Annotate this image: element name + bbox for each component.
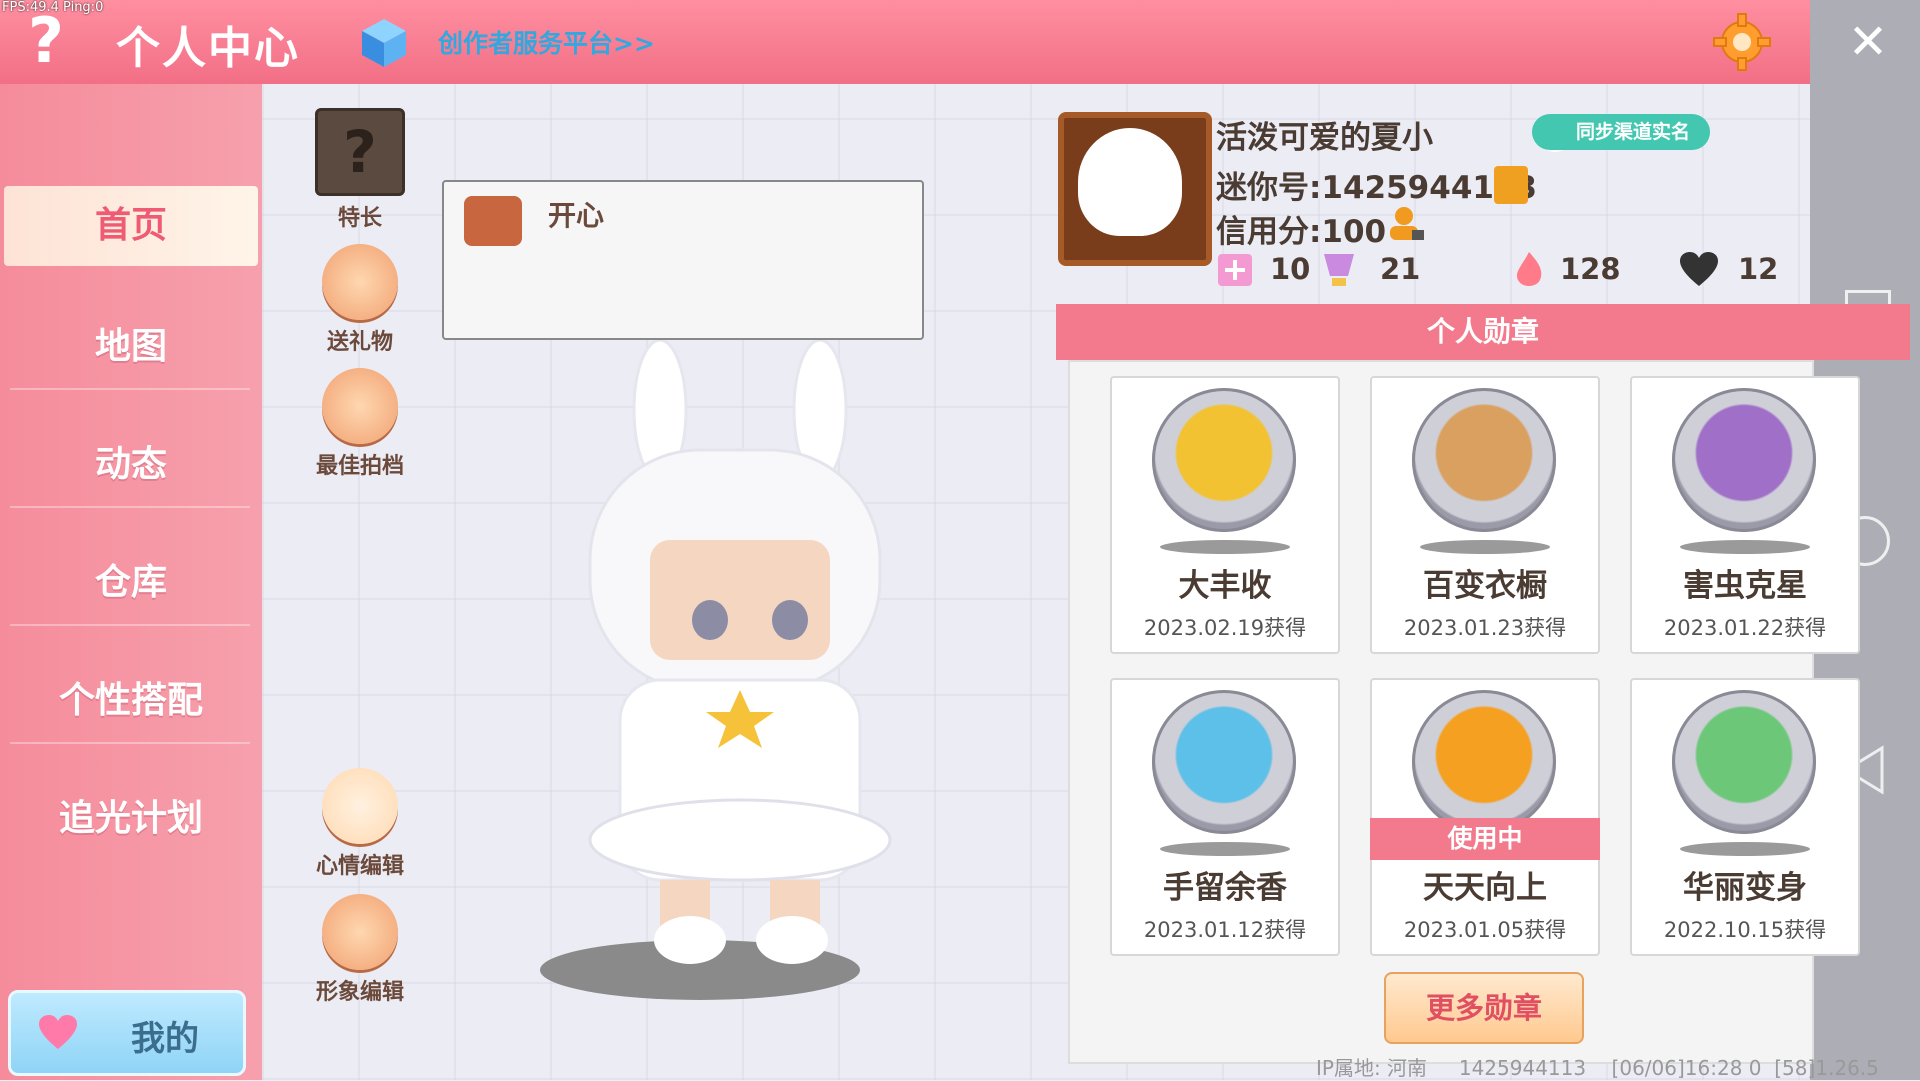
more-medals-button[interactable]: 更多勋章 <box>1384 972 1584 1044</box>
medal-fragrance-icon <box>1152 690 1296 834</box>
avatar <box>1078 128 1182 236</box>
medal-shadow <box>1680 842 1810 856</box>
medal-shadow <box>1160 842 1290 856</box>
creator-platform-link[interactable]: 创作者服务平台>> <box>438 24 655 60</box>
divider <box>10 624 250 626</box>
credit-user-icon[interactable] <box>1386 204 1426 244</box>
version: [58]1.26.5 <box>1774 1056 1879 1080</box>
player-avatar[interactable] <box>530 340 950 1010</box>
stat-flag-count: 10 <box>1270 252 1311 286</box>
heart-broken-icon <box>1680 252 1718 286</box>
footer-info: IP属地: 河南 1425944113 [06/06]16:28 0 [58]1… <box>1316 1052 1879 1081</box>
happy-face-icon <box>464 196 522 246</box>
stat-fire-count: 128 <box>1560 252 1621 286</box>
stat-heart-count: 12 <box>1738 252 1779 286</box>
medal-card[interactable]: 手留余香 2023.01.12获得 <box>1110 678 1340 956</box>
gift-label: 送礼物 <box>326 330 393 355</box>
medal-date: 2023.01.22获得 <box>1663 616 1827 640</box>
medal-card[interactable]: 使用中 天天向上 2023.01.05获得 <box>1370 678 1600 956</box>
medal-pest-buster-icon <box>1672 388 1816 532</box>
stat-trophy-count: 21 <box>1380 252 1421 286</box>
mine-button[interactable]: 我的 <box>8 990 246 1076</box>
gift-button[interactable]: 送礼物 <box>305 244 415 356</box>
mood-bubble[interactable]: 开心 <box>442 180 924 340</box>
credit-score: 信用分:100 <box>1216 214 1387 250</box>
medal-name: 天天向上 <box>1423 870 1547 906</box>
skill-label: 特长 <box>337 206 382 231</box>
medal-daily-progress-icon <box>1412 690 1556 834</box>
medal-date: 2023.01.12获得 <box>1143 918 1307 942</box>
question-icon: ? <box>315 108 405 196</box>
sidebar-item-outfit[interactable]: 个性搭配 <box>0 646 262 756</box>
medal-date: 2023.01.23获得 <box>1403 616 1567 640</box>
medal-name: 害虫克星 <box>1683 568 1807 604</box>
medal-transform-icon <box>1672 690 1816 834</box>
medal-shadow <box>1420 540 1550 554</box>
mood-edit-label: 心情编辑 <box>315 854 404 879</box>
trophy-icon <box>1324 254 1354 286</box>
best-partner-label: 最佳拍档 <box>315 454 404 479</box>
medal-card[interactable]: 华丽变身 2022.10.15获得 <box>1630 678 1860 956</box>
edit-icon <box>322 768 398 844</box>
in-use-badge: 使用中 <box>1370 818 1600 860</box>
skill-button[interactable]: ? 特长 <box>305 108 415 232</box>
mood-text: 开心 <box>548 199 605 232</box>
medal-card[interactable]: 大丰收 2023.02.19获得 <box>1110 376 1340 654</box>
medal-name: 大丰收 <box>1178 568 1272 604</box>
cube-icon[interactable] <box>360 17 408 69</box>
copy-icon[interactable] <box>1494 166 1528 204</box>
medal-name: 华丽变身 <box>1683 870 1807 906</box>
sidebar-item-home[interactable]: 首页 <box>4 186 258 266</box>
nickname: 活泼可爱的夏小 <box>1216 120 1433 156</box>
medal-date: 2023.01.05获得 <box>1403 918 1567 942</box>
sidebar-item-storage[interactable]: 仓库 <box>0 528 262 638</box>
help-icon[interactable]: ? <box>18 8 74 74</box>
divider <box>10 506 250 508</box>
close-icon[interactable]: ✕ <box>1844 18 1892 66</box>
best-partner-button[interactable]: 最佳拍档 <box>305 368 415 480</box>
ip-location: IP属地: 河南 <box>1316 1056 1428 1080</box>
medal-card[interactable]: 害虫克星 2023.01.22获得 <box>1630 376 1860 654</box>
mini-id: 迷你号:1425944113 <box>1216 170 1538 206</box>
mine-label: 我的 <box>131 1019 199 1059</box>
medal-harvest-icon <box>1152 388 1296 532</box>
medal-date: 2022.10.15获得 <box>1663 918 1827 942</box>
divider <box>10 388 250 390</box>
medal-shadow <box>1160 540 1290 554</box>
divider <box>10 742 250 744</box>
medal-section-header: 个人勋章 <box>1056 304 1910 360</box>
medal-name: 百变衣橱 <box>1423 568 1547 604</box>
mood-edit-button[interactable]: 心情编辑 <box>305 768 415 880</box>
fire-icon <box>1516 252 1542 286</box>
handshake-icon <box>322 368 398 444</box>
flag-icon <box>1218 254 1252 286</box>
gift-icon <box>322 244 398 320</box>
page-title: 个人中心 <box>116 23 300 74</box>
sidebar-item-feed[interactable]: 动态 <box>0 410 262 520</box>
medal-name: 手留余香 <box>1163 870 1287 906</box>
gear-icon[interactable] <box>1710 10 1774 74</box>
heart-icon <box>39 1015 77 1049</box>
footer-id: 1425944113 <box>1458 1056 1587 1080</box>
outfit-icon <box>322 894 398 970</box>
medal-card[interactable]: 百变衣橱 2023.01.23获得 <box>1370 376 1600 654</box>
medal-date: 2023.02.19获得 <box>1143 616 1307 640</box>
sidebar: 首页 地图 动态 仓库 个性搭配 追光计划 <box>0 84 262 1080</box>
avatar-edit-label: 形象编辑 <box>315 980 404 1005</box>
sidebar-item-map[interactable]: 地图 <box>0 292 262 402</box>
sync-realname-button[interactable]: 同步渠道实名 <box>1532 114 1710 150</box>
sidebar-item-chase-light[interactable]: 追光计划 <box>0 764 262 874</box>
avatar-edit-button[interactable]: 形象编辑 <box>305 894 415 1006</box>
medal-wardrobe-icon <box>1412 388 1556 532</box>
footer-time: [06/06]16:28 0 <box>1611 1056 1762 1080</box>
medal-shadow <box>1680 540 1810 554</box>
